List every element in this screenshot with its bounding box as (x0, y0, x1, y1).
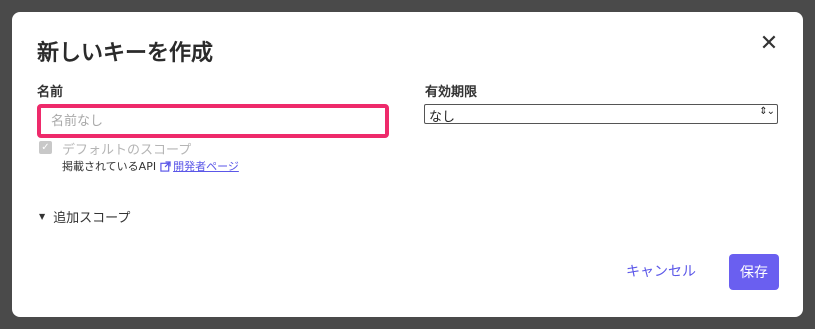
expiry-select-value: なし (429, 110, 456, 125)
select-arrows-icon: ⇕⌄ (759, 106, 775, 117)
dialog-title: 新しいキーを作成 (37, 41, 214, 66)
expiry-label: 有効期限 (425, 85, 478, 100)
expiry-select[interactable]: なし ⇕⌄ (424, 104, 778, 125)
api-info: 掲載されているAPI 開発者ページ (62, 158, 239, 174)
additional-scope-label: 追加スコープ (53, 211, 131, 226)
close-icon[interactable]: ✕ (759, 33, 779, 55)
default-scope-checkbox[interactable]: ✓ (39, 141, 52, 154)
developer-page-link[interactable]: 開発者ページ (173, 158, 239, 174)
save-button[interactable]: 保存 (729, 254, 779, 290)
name-label: 名前 (37, 85, 64, 100)
caret-down-icon: ▼ (39, 212, 46, 221)
cancel-button[interactable]: キャンセル (626, 261, 696, 281)
create-key-dialog: 新しいキーを作成 ✕ 名前 有効期限 なし ⇕⌄ ✓ デフォルトのスコープ 掲載… (12, 12, 803, 317)
additional-scope-toggle[interactable]: ▼ 追加スコープ (39, 207, 130, 226)
default-scope-label: デフォルトのスコープ (62, 143, 192, 158)
name-input[interactable] (37, 104, 389, 138)
api-text: 掲載されているAPI (62, 160, 157, 173)
external-link-icon (160, 160, 171, 172)
